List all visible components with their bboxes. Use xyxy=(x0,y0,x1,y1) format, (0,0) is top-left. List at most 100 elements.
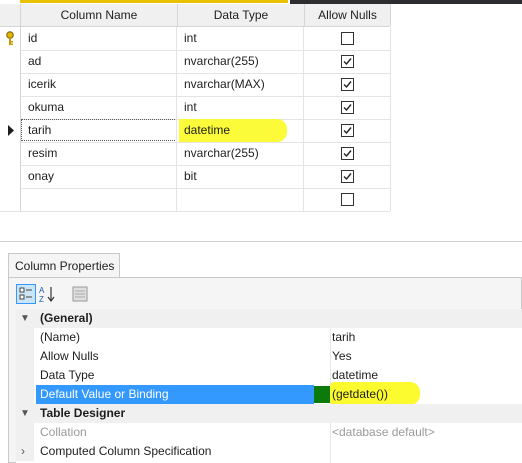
data-type-cell[interactable]: nvarchar(255) xyxy=(178,50,304,73)
property-indent xyxy=(16,366,34,385)
table-row[interactable]: ad nvarchar(255) xyxy=(0,50,391,74)
property-indent xyxy=(16,347,34,366)
table-row[interactable]: icerik nvarchar(MAX) xyxy=(0,73,391,97)
column-name-cell[interactable]: id xyxy=(21,27,177,50)
collapse-chevron-icon[interactable]: ▼ xyxy=(20,404,30,423)
expand-chevron-icon[interactable]: › xyxy=(21,442,25,461)
column-name-cell[interactable]: tarih xyxy=(21,119,177,142)
category-label: Table Designer xyxy=(40,406,126,420)
property-indent xyxy=(16,423,34,442)
allow-nulls-cell[interactable] xyxy=(305,165,391,188)
allow-nulls-checkbox[interactable] xyxy=(341,101,354,114)
category-general[interactable]: ▼ (General) xyxy=(16,309,522,328)
table-row-new[interactable] xyxy=(0,188,391,212)
checkbox-checked-icon xyxy=(343,173,352,181)
column-name-cell[interactable] xyxy=(21,188,177,211)
checkbox-checked-icon xyxy=(343,58,352,66)
allow-nulls-cell[interactable] xyxy=(305,96,391,119)
allow-nulls-checkbox[interactable] xyxy=(341,78,354,91)
property-pages-button[interactable] xyxy=(70,284,90,304)
table-row-current[interactable]: tarih datetime xyxy=(0,119,391,143)
categorized-icon xyxy=(19,287,32,300)
checkbox-checked-icon xyxy=(343,150,352,158)
column-name-cell[interactable]: resim xyxy=(21,142,177,165)
column-name-cell[interactable]: onay xyxy=(21,165,177,188)
column-name-cell[interactable]: okuma xyxy=(21,96,177,119)
collapse-chevron-icon[interactable]: ▼ xyxy=(20,309,30,328)
property-indent xyxy=(16,385,34,404)
allow-nulls-cell[interactable] xyxy=(305,73,391,96)
primary-key-icon xyxy=(6,31,14,45)
row-selector[interactable] xyxy=(0,27,21,50)
current-row-arrow-icon xyxy=(8,125,14,136)
property-row-default-value[interactable]: Default Value or Binding (getdate()) xyxy=(16,382,522,405)
property-label: Computed Column Specification xyxy=(40,444,212,458)
svg-text:Z: Z xyxy=(39,295,44,304)
data-type-cell[interactable]: bit xyxy=(178,165,304,188)
alphabetical-button[interactable]: A Z xyxy=(38,284,58,304)
allow-nulls-checkbox[interactable] xyxy=(341,170,354,183)
row-selector[interactable] xyxy=(0,73,21,96)
property-row-data-type[interactable]: Data Type datetime xyxy=(16,366,522,385)
allow-nulls-checkbox[interactable] xyxy=(341,147,354,160)
property-indent: › xyxy=(16,442,34,461)
row-selector[interactable] xyxy=(0,119,21,142)
table-row[interactable]: onay bit xyxy=(0,165,391,189)
row-selector[interactable] xyxy=(0,188,21,211)
property-row-allow-nulls[interactable]: Allow Nulls Yes xyxy=(16,347,522,366)
allow-nulls-checkbox[interactable] xyxy=(341,55,354,68)
property-label: Allow Nulls xyxy=(40,349,99,363)
allow-nulls-cell[interactable] xyxy=(305,27,391,50)
property-value[interactable]: (getdate()) xyxy=(332,385,522,404)
data-type-cell[interactable]: nvarchar(255) xyxy=(178,142,304,165)
property-row-computed-column[interactable]: › Computed Column Specification xyxy=(16,442,522,461)
property-pages-icon xyxy=(72,286,88,302)
yellow-tab-edge xyxy=(20,0,288,3)
data-type-cell[interactable]: int xyxy=(178,27,304,50)
data-type-cell[interactable]: nvarchar(MAX) xyxy=(178,73,304,96)
column-name-cell[interactable]: icerik xyxy=(21,73,177,96)
row-selector-header xyxy=(0,4,21,26)
property-label: Data Type xyxy=(40,368,95,382)
data-type-cell[interactable] xyxy=(178,188,304,211)
allow-nulls-cell[interactable] xyxy=(305,188,391,211)
data-type-header[interactable]: Data Type xyxy=(178,4,305,26)
tab-column-properties[interactable]: Column Properties xyxy=(8,253,120,278)
table-row[interactable]: okuma int xyxy=(0,96,391,120)
row-selector[interactable] xyxy=(0,165,21,188)
categorized-button[interactable] xyxy=(16,284,36,304)
property-value[interactable]: tarih xyxy=(332,328,522,347)
checkbox-checked-icon xyxy=(343,127,352,135)
property-value: <database default> xyxy=(332,425,435,439)
allow-nulls-header[interactable]: Allow Nulls xyxy=(305,4,391,26)
column-name-header[interactable]: Column Name xyxy=(21,4,178,26)
table-row[interactable]: id int xyxy=(0,27,391,51)
property-indent xyxy=(16,328,34,347)
category-table-designer[interactable]: ▼ Table Designer xyxy=(16,404,522,423)
property-value[interactable]: Yes xyxy=(332,347,522,366)
table-row[interactable]: resim nvarchar(255) xyxy=(0,142,391,166)
checkbox-checked-icon xyxy=(343,104,352,112)
data-type-cell[interactable]: datetime xyxy=(178,119,304,142)
property-grid: ▼ (General) (Name) tarih Allow Nulls Yes… xyxy=(16,309,522,463)
property-row-name[interactable]: (Name) tarih xyxy=(16,328,522,347)
data-type-cell[interactable]: int xyxy=(178,96,304,119)
allow-nulls-checkbox[interactable] xyxy=(341,32,354,45)
svg-text:A: A xyxy=(39,286,45,295)
property-label: (Name) xyxy=(40,330,81,344)
property-row-collation[interactable]: Collation <database default> xyxy=(16,423,522,442)
allow-nulls-checkbox[interactable] xyxy=(341,124,354,137)
row-selector[interactable] xyxy=(0,50,21,73)
allow-nulls-cell[interactable] xyxy=(305,50,391,73)
property-label: Default Value or Binding xyxy=(40,387,169,401)
row-selector[interactable] xyxy=(0,142,21,165)
checkbox-checked-icon xyxy=(343,81,352,89)
category-label: (General) xyxy=(40,311,93,325)
allow-nulls-checkbox[interactable] xyxy=(341,193,354,206)
properties-tab-bar: Column Properties xyxy=(0,241,522,278)
column-name-cell[interactable]: ad xyxy=(21,50,177,73)
allow-nulls-cell[interactable] xyxy=(305,119,391,142)
row-selector[interactable] xyxy=(0,96,21,119)
allow-nulls-cell[interactable] xyxy=(305,142,391,165)
grid-header: Column Name Data Type Allow Nulls xyxy=(0,4,391,27)
